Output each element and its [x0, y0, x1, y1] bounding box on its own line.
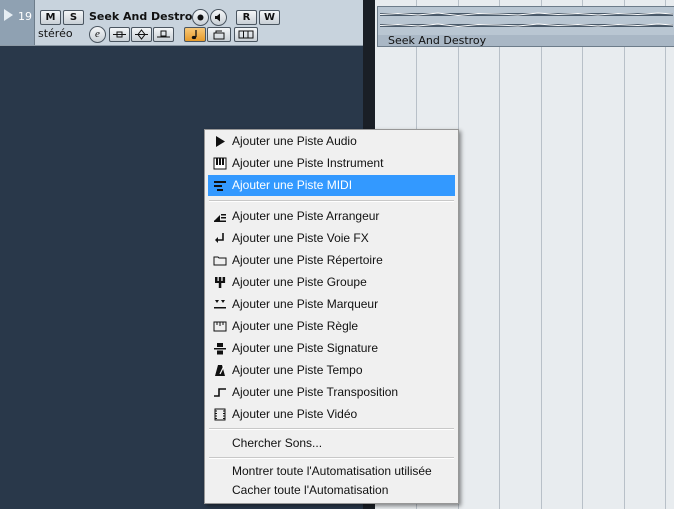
track-format: stéréo — [38, 27, 73, 40]
menu-item-add-group-track[interactable]: Ajouter une Piste Groupe — [208, 272, 455, 293]
lanes-icon — [238, 30, 254, 39]
write-automation-button[interactable]: W — [259, 10, 280, 25]
menu-item-show-used-automation[interactable]: Montrer toute l'Automatisation utilisée — [208, 461, 455, 482]
menu-item-add-transpose-track[interactable]: Ajouter une Piste Transposition — [208, 382, 455, 403]
read-automation-button[interactable]: R — [236, 10, 257, 25]
grid-line — [499, 0, 500, 509]
eq-bypass-button[interactable] — [131, 27, 152, 42]
record-icon — [197, 14, 204, 21]
menu-item-add-arranger-track[interactable]: Ajouter une Piste Arrangeur — [208, 206, 455, 227]
track-number: 19 — [18, 10, 32, 23]
speaker-icon — [215, 13, 220, 22]
timebase-button[interactable] — [184, 27, 206, 42]
sends-icon — [157, 30, 170, 38]
menu-item-add-marker-track[interactable]: Ajouter une Piste Marqueur — [208, 294, 455, 315]
track-name[interactable]: Seek And Destroy — [89, 10, 200, 23]
edit-channel-button[interactable]: e — [89, 26, 106, 43]
audio-event[interactable]: Seek And Destroy — [377, 6, 674, 47]
menu-item-add-tempo-track[interactable]: Ajouter une Piste Tempo — [208, 360, 455, 381]
solo-button[interactable]: S — [63, 10, 84, 25]
fx-return-icon — [215, 233, 224, 243]
add-track-context-menu: Ajouter une Piste Audio Ajouter une Pist… — [204, 129, 459, 504]
arranger-icon — [214, 214, 226, 222]
lock-icon — [213, 30, 225, 40]
track-number-cell[interactable]: 19 — [0, 0, 35, 45]
menu-item-add-midi-track[interactable]: Ajouter une Piste MIDI — [208, 175, 455, 196]
audio-track-header[interactable]: 19 M S Seek And Destroy R W stéréo e — [0, 0, 363, 46]
transpose-icon — [214, 388, 226, 397]
keyboard-icon — [213, 157, 227, 170]
mute-button[interactable]: M — [40, 10, 61, 25]
marker-icon — [214, 300, 226, 309]
insert-icon — [113, 31, 126, 38]
menu-item-hide-all-automation[interactable]: Cacher toute l'Automatisation — [208, 480, 455, 501]
eq-icon — [135, 29, 148, 40]
menu-item-add-fx-channel-track[interactable]: Ajouter une Piste Voie FX — [208, 228, 455, 249]
menu-separator — [209, 428, 454, 430]
menu-item-add-audio-track[interactable]: Ajouter une Piste Audio — [208, 131, 455, 152]
grid-line — [541, 0, 542, 509]
event-name: Seek And Destroy — [388, 34, 487, 47]
menu-item-add-folder-track[interactable]: Ajouter une Piste Répertoire — [208, 250, 455, 271]
metronome-icon — [215, 365, 225, 376]
grid-line — [582, 0, 583, 509]
video-icon — [214, 408, 226, 421]
menu-separator — [209, 457, 454, 459]
ruler-icon — [213, 321, 227, 332]
grid-line — [624, 0, 625, 509]
menu-separator — [209, 200, 454, 202]
note-icon — [191, 30, 197, 40]
monitor-button[interactable] — [210, 9, 227, 26]
waveform — [378, 7, 674, 35]
record-enable-button[interactable] — [192, 9, 209, 26]
play-arrow-icon — [216, 136, 225, 147]
menu-item-add-ruler-track[interactable]: Ajouter une Piste Règle — [208, 316, 455, 337]
folder-icon — [213, 256, 227, 266]
lanes-button[interactable] — [234, 27, 258, 42]
lock-button[interactable] — [207, 27, 231, 42]
menu-item-add-video-track[interactable]: Ajouter une Piste Vidéo — [208, 404, 455, 425]
group-icon — [215, 277, 226, 288]
insert-bypass-button[interactable] — [109, 27, 130, 42]
menu-item-add-instrument-track[interactable]: Ajouter une Piste Instrument — [208, 153, 455, 174]
signature-icon — [214, 343, 226, 355]
track-expand-icon[interactable] — [4, 9, 13, 21]
sends-bypass-button[interactable] — [153, 27, 174, 42]
grid-line — [665, 0, 666, 509]
menu-item-search-sounds[interactable]: Chercher Sons... — [208, 433, 455, 454]
midi-lines-icon — [214, 181, 226, 191]
menu-item-add-signature-track[interactable]: Ajouter une Piste Signature — [208, 338, 455, 359]
